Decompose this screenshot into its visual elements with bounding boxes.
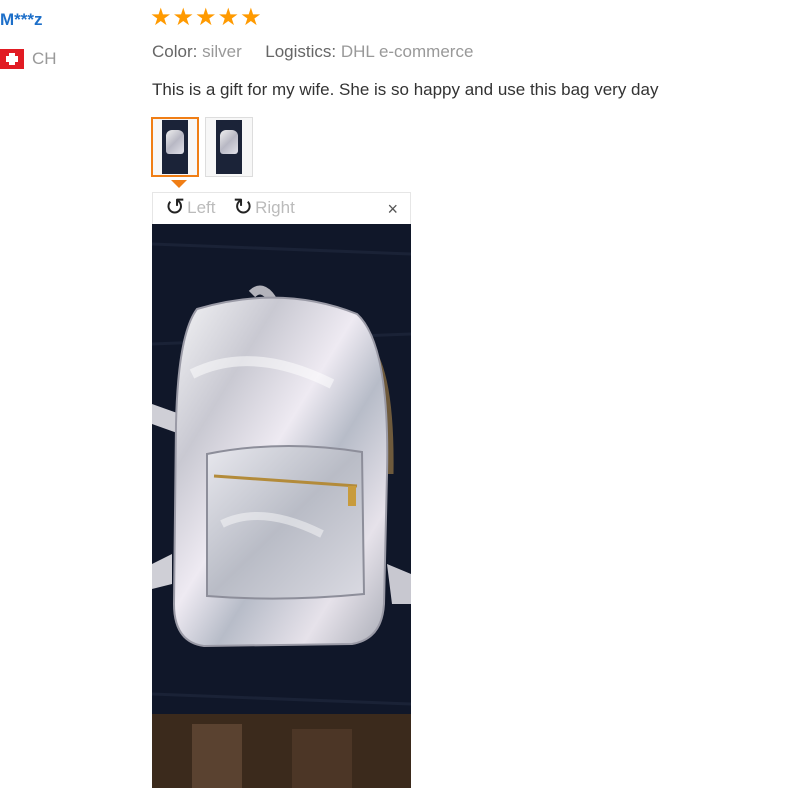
reviewer-name[interactable]: M***z	[0, 10, 43, 30]
order-attributes: Color: silver Logistics: DHL e-commerce	[152, 42, 473, 62]
rotate-left-icon: ↺	[165, 194, 186, 221]
rotate-right-button[interactable]: ↻ Right	[233, 196, 295, 220]
photo-viewer-toolbar: ↺ Left ↻ Right ×	[152, 192, 411, 224]
color-value: silver	[202, 42, 242, 61]
rotate-right-icon: ↻	[233, 194, 254, 221]
star-icon: ★	[195, 4, 217, 31]
color-key: Color:	[152, 42, 198, 61]
star-icon: ★	[150, 4, 172, 31]
swiss-flag-icon	[0, 49, 24, 69]
backpack-photo	[152, 224, 411, 788]
backpack-thumbnail-image	[216, 120, 242, 174]
logistics-key: Logistics:	[265, 42, 337, 61]
star-icon: ★	[172, 4, 195, 31]
review-photo-large[interactable]	[152, 224, 411, 788]
star-icon: ★	[217, 4, 240, 31]
rotate-left-label: Left	[187, 198, 216, 217]
close-icon[interactable]: ×	[387, 199, 398, 220]
thumbnail-photo-2[interactable]	[205, 117, 253, 177]
thumbnail-photo-1[interactable]	[151, 117, 199, 177]
backpack-thumbnail-image	[162, 120, 188, 174]
rotate-left-button[interactable]: ↺ Left	[165, 196, 215, 220]
star-rating: ★ ★ ★ ★ ★	[150, 6, 262, 30]
selected-thumbnail-caret-icon	[171, 180, 187, 188]
photo-thumbnails	[151, 117, 253, 177]
review-text: This is a gift for my wife. She is so ha…	[152, 80, 659, 99]
reviewer-country: CH	[0, 48, 57, 70]
rotate-right-label: Right	[255, 198, 295, 217]
logistics-value: DHL e-commerce	[340, 42, 474, 61]
star-icon: ★	[240, 4, 262, 31]
country-code: CH	[32, 49, 57, 68]
